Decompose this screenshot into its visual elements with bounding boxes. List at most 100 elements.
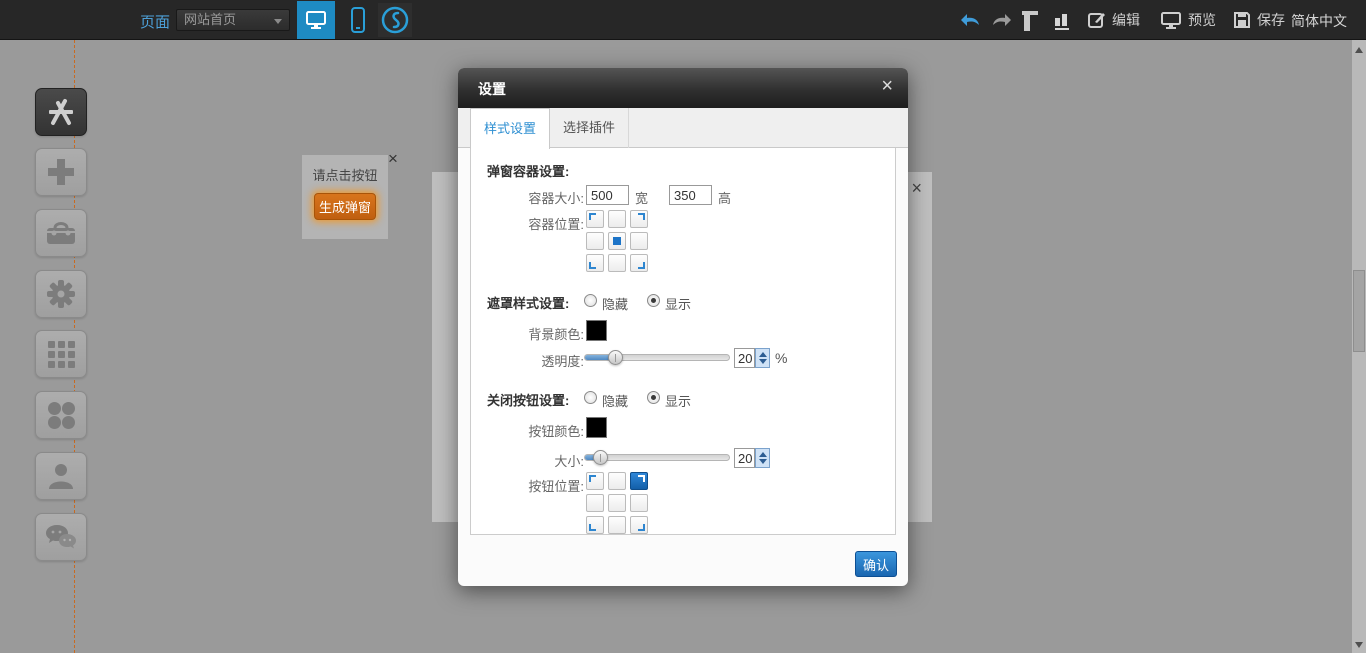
undo-icon[interactable] xyxy=(958,10,982,28)
save-button[interactable]: 保存 xyxy=(1233,0,1285,40)
preview-button[interactable]: 预览 xyxy=(1160,0,1216,40)
opacity-label: 透明度: xyxy=(478,351,584,370)
mask-section-heading: 遮罩样式设置: xyxy=(487,293,569,312)
gear-icon xyxy=(45,278,77,310)
close-hide-radio[interactable] xyxy=(584,391,597,404)
popup-close-icon[interactable]: × xyxy=(911,179,922,197)
stats-icon[interactable] xyxy=(1053,10,1071,30)
sidebar-item-user[interactable] xyxy=(35,452,87,500)
page-dropdown[interactable]: 网站首页 xyxy=(176,9,290,31)
page-scrollbar[interactable] xyxy=(1352,40,1366,653)
sidebar-item-wechat[interactable] xyxy=(35,513,87,561)
sidebar-item-settings[interactable] xyxy=(35,270,87,318)
corner-tl-icon xyxy=(589,475,596,482)
ruler-icon[interactable] xyxy=(1021,10,1041,32)
btn-pos-top-center[interactable] xyxy=(608,472,626,490)
container-width-input[interactable] xyxy=(586,185,629,205)
mask-bg-color-swatch[interactable] xyxy=(586,320,607,341)
mask-hide-radio[interactable] xyxy=(584,294,597,307)
share-link-button[interactable] xyxy=(378,3,412,37)
corner-bl-icon xyxy=(589,262,596,269)
sidebar-item-app-design[interactable] xyxy=(35,88,87,136)
mask-bg-color-label: 背景颜色: xyxy=(478,324,584,343)
scrollbar-thumb[interactable] xyxy=(1353,270,1365,352)
opacity-unit-label: % xyxy=(775,350,787,366)
save-floppy-icon xyxy=(1233,11,1251,29)
corner-bl-icon xyxy=(589,524,596,531)
btn-pos-mid-right[interactable] xyxy=(630,494,648,512)
pos-top-left[interactable] xyxy=(586,210,604,228)
tab-choose-plugin[interactable]: 选择插件 xyxy=(550,108,629,148)
desktop-view-button[interactable] xyxy=(297,1,335,39)
corner-tr-icon xyxy=(638,475,645,482)
opacity-spinner[interactable] xyxy=(755,348,770,368)
opacity-slider[interactable] xyxy=(584,354,730,361)
container-height-input[interactable] xyxy=(669,185,712,205)
clover-icon xyxy=(48,402,75,429)
popup-trigger-widget[interactable]: 请点击按钮 生成弹窗 xyxy=(302,155,388,239)
btn-pos-mid-left[interactable] xyxy=(586,494,604,512)
language-switcher[interactable]: 简体中文 xyxy=(1291,11,1347,31)
close-hide-label: 隐藏 xyxy=(602,391,628,410)
mask-show-radio[interactable] xyxy=(647,294,660,307)
btn-pos-bottom-center[interactable] xyxy=(608,516,626,534)
btn-pos-bottom-right[interactable] xyxy=(630,516,648,534)
sidebar-item-grid-modules[interactable] xyxy=(35,330,87,378)
corner-br-icon xyxy=(638,262,645,269)
btn-pos-top-right-selected[interactable] xyxy=(630,472,648,490)
spin-up-icon xyxy=(759,452,767,457)
wechat-icon xyxy=(44,523,78,551)
sidebar-item-components[interactable] xyxy=(35,391,87,439)
close-size-slider[interactable] xyxy=(584,454,730,461)
btn-pos-bottom-left[interactable] xyxy=(586,516,604,534)
pos-top-center[interactable] xyxy=(608,210,626,228)
close-show-radio[interactable] xyxy=(647,391,660,404)
dialog-title: 设置 xyxy=(478,79,506,99)
close-size-value-input[interactable] xyxy=(734,448,755,468)
close-size-spinner[interactable] xyxy=(755,448,770,468)
page-label: 页面 xyxy=(140,11,170,32)
edit-pencil-icon xyxy=(1088,11,1106,29)
scroll-up-arrow[interactable] xyxy=(1355,47,1363,53)
close-size-slider-thumb[interactable] xyxy=(593,450,608,465)
opacity-slider-thumb[interactable] xyxy=(608,350,623,365)
close-position-label: 按钮位置: xyxy=(478,476,584,495)
pos-center-selected[interactable] xyxy=(608,232,626,250)
redo-icon[interactable] xyxy=(990,10,1014,28)
confirm-button[interactable]: 确认 xyxy=(855,551,897,577)
spin-down-icon xyxy=(759,359,767,364)
edit-button[interactable]: 编辑 xyxy=(1088,0,1140,40)
btn-pos-center[interactable] xyxy=(608,494,626,512)
save-label: 保存 xyxy=(1257,10,1285,30)
dialog-close-icon[interactable]: × xyxy=(881,76,893,96)
tab-style-settings[interactable]: 样式设置 xyxy=(470,108,550,149)
sidebar-item-add-widget[interactable] xyxy=(35,148,87,196)
link-circle-icon xyxy=(380,5,410,35)
close-color-swatch[interactable] xyxy=(586,417,607,438)
container-size-label: 容器大小: xyxy=(478,188,584,207)
generate-popup-button[interactable]: 生成弹窗 xyxy=(314,193,376,220)
close-position-grid xyxy=(586,472,648,534)
mobile-view-button[interactable] xyxy=(344,6,372,34)
spin-up-icon xyxy=(759,352,767,357)
pos-mid-right[interactable] xyxy=(630,232,648,250)
pos-bottom-center[interactable] xyxy=(608,254,626,272)
pos-top-right[interactable] xyxy=(630,210,648,228)
pos-mid-left[interactable] xyxy=(586,232,604,250)
scroll-down-arrow[interactable] xyxy=(1355,642,1363,648)
widget-close-icon[interactable]: × xyxy=(388,150,398,167)
user-icon xyxy=(46,461,76,491)
grid-icon xyxy=(48,341,75,368)
sidebar-item-toolbox[interactable] xyxy=(35,209,87,257)
height-unit-label: 高 xyxy=(718,188,731,207)
close-show-label: 显示 xyxy=(665,391,691,410)
opacity-value-input[interactable] xyxy=(734,348,755,368)
pos-bottom-right[interactable] xyxy=(630,254,648,272)
pos-bottom-left[interactable] xyxy=(586,254,604,272)
dialog-header[interactable]: 设置 × xyxy=(458,68,908,108)
width-unit-label: 宽 xyxy=(635,188,648,207)
btn-pos-top-left[interactable] xyxy=(586,472,604,490)
close-button-section-heading: 关闭按钮设置: xyxy=(487,390,569,409)
smartphone-icon xyxy=(350,7,366,33)
dialog-tab-strip: 样式设置 选择插件 xyxy=(458,108,908,148)
